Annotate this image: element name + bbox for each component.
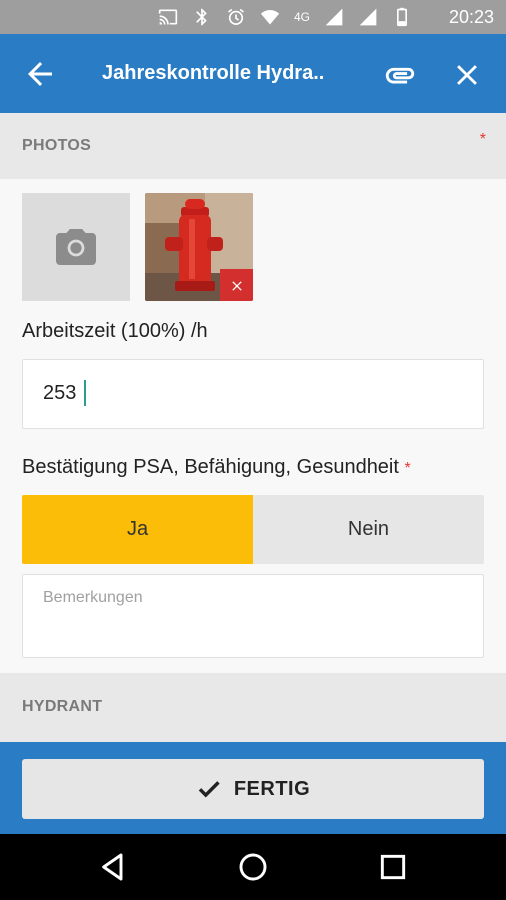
required-mark: * — [404, 460, 411, 477]
photo-thumbnail[interactable] — [145, 193, 253, 301]
section-hydrant-header[interactable]: HYDRANT — [0, 673, 506, 742]
delete-photo-button[interactable] — [220, 269, 253, 301]
bemerkungen-field[interactable]: Bemerkungen — [22, 574, 484, 658]
network-type: 4G — [293, 10, 310, 24]
arbeitszeit-value: 253 — [43, 382, 77, 404]
arbeitszeit-input[interactable]: 253 — [22, 359, 484, 429]
done-label: FERTIG — [233, 777, 311, 800]
nav-back-icon[interactable] — [97, 851, 129, 883]
close-icon — [231, 281, 242, 291]
option-ja[interactable]: Ja — [22, 495, 253, 564]
bemerkungen-placeholder: Bemerkungen — [43, 589, 143, 606]
bluetooth-icon — [196, 8, 207, 26]
nav-home-icon[interactable] — [237, 851, 269, 883]
section-photos-label: PHOTOS — [22, 137, 92, 154]
nav-recents-icon[interactable] — [377, 851, 409, 883]
checkmark-icon — [198, 781, 220, 798]
option-nein[interactable]: Nein — [253, 495, 484, 564]
back-arrow-icon[interactable] — [22, 56, 58, 92]
required-mark: * — [479, 131, 486, 148]
signal-icon — [325, 8, 343, 26]
clock: 20:23 — [448, 7, 494, 27]
psa-label-row: Bestätigung PSA, Befähigung, Gesundheit … — [22, 456, 411, 479]
battery-icon — [397, 7, 407, 27]
wifi-icon — [260, 10, 280, 25]
alarm-icon — [227, 8, 244, 25]
cast-icon — [158, 9, 178, 25]
system-nav-bar — [0, 834, 506, 900]
camera-icon — [56, 229, 96, 265]
close-icon[interactable] — [450, 58, 484, 92]
arbeitszeit-label: Arbeitszeit (100%) /h — [22, 320, 208, 342]
app-bar: Jahreskontrolle Hydra.. — [0, 34, 506, 114]
psa-toggle: Ja Nein — [22, 495, 484, 564]
status-bar: 4G 20:23 — [0, 0, 506, 34]
page-title: Jahreskontrolle Hydra.. — [102, 62, 325, 84]
psa-label: Bestätigung PSA, Befähigung, Gesundheit — [22, 456, 399, 478]
status-icons: 4G — [158, 7, 412, 27]
add-photo-button[interactable] — [22, 193, 130, 301]
done-button[interactable]: FERTIG — [22, 759, 484, 819]
attachment-icon[interactable] — [382, 58, 418, 92]
section-hydrant-label: HYDRANT — [22, 698, 103, 715]
text-cursor — [84, 380, 86, 406]
footer-bar: FERTIG — [0, 742, 506, 834]
section-photos-header: PHOTOS * — [0, 113, 506, 179]
signal-roaming-icon — [359, 8, 377, 26]
